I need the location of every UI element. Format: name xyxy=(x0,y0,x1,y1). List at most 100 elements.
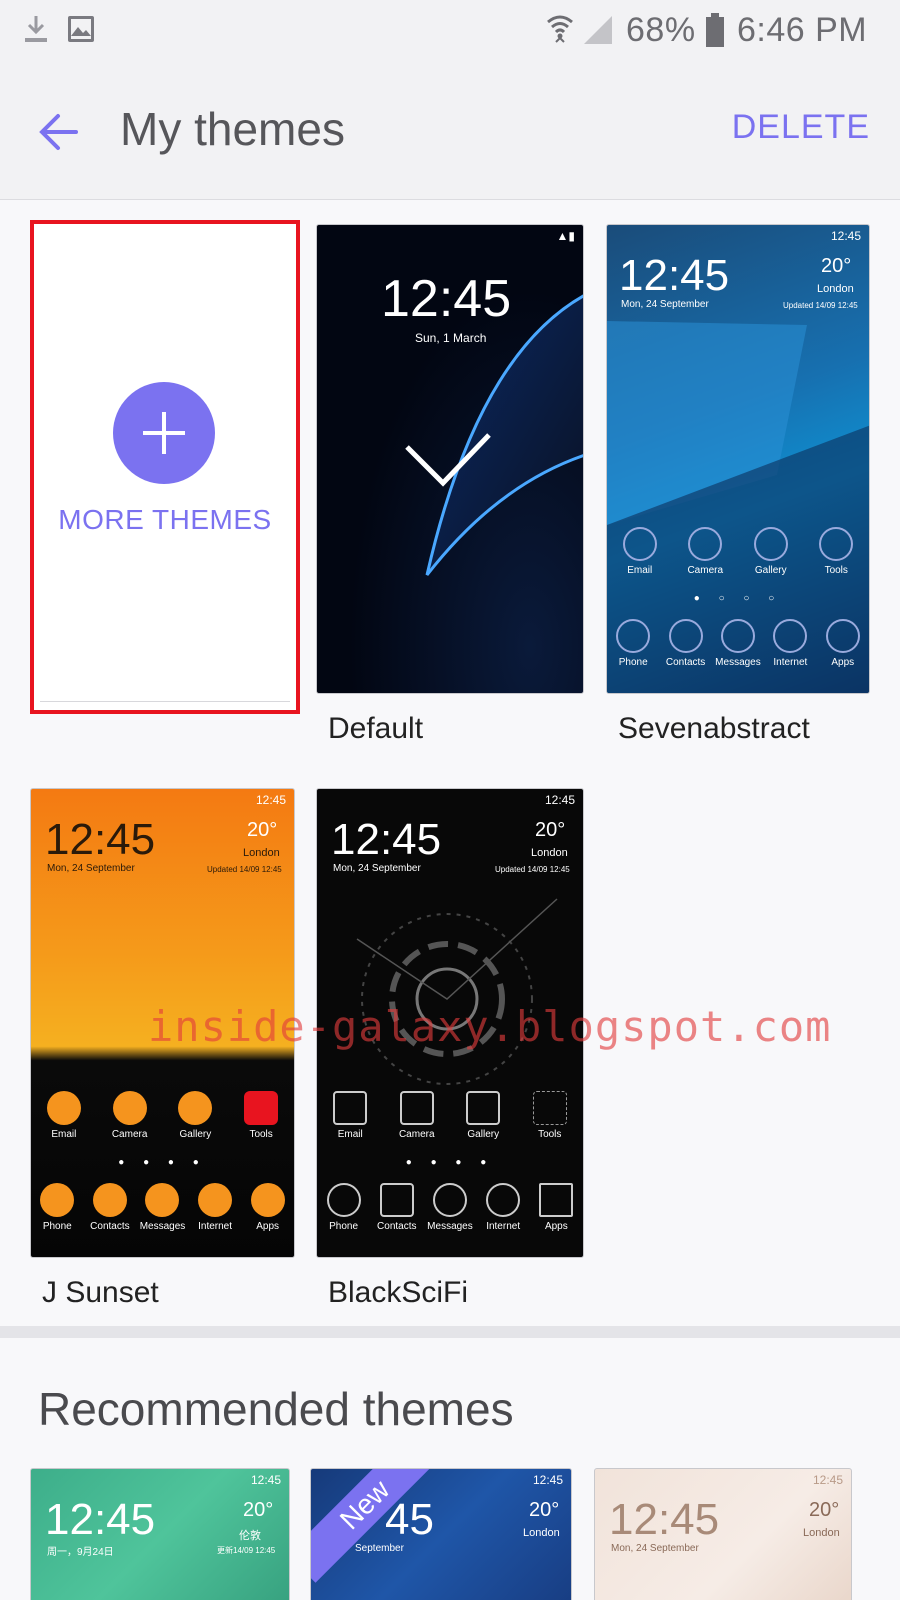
recommended-theme-card-2[interactable]: New 12:45 45 September 20° London xyxy=(310,1468,572,1600)
rec1-lock-date: 周一，9月24日 xyxy=(47,1547,114,1558)
rec3-status-time: 12:45 xyxy=(812,1473,843,1487)
app-contacts: Contacts xyxy=(372,1183,422,1232)
jsunset-city: London xyxy=(243,847,280,859)
scifi-app-row-1: Email Camera Gallery Tools xyxy=(317,1091,583,1140)
theme-name-j-sunset: J Sunset xyxy=(42,1276,159,1309)
seven-lock-date: Mon, 24 September xyxy=(621,299,709,310)
app-phone: Phone xyxy=(32,1183,82,1232)
theme-card-sevenabstract[interactable]: 12:45 12:45 Mon, 24 September 20° London… xyxy=(606,224,870,764)
app-bar: My themes DELETE xyxy=(0,62,900,200)
battery-icon xyxy=(706,13,724,47)
jsunset-status-time: 12:45 xyxy=(255,793,286,807)
theme-thumbnail-sevenabstract[interactable]: 12:45 12:45 Mon, 24 September 20° London… xyxy=(606,224,870,694)
app-email: Email xyxy=(325,1091,375,1140)
jsunset-updated: Updated 14/09 12:45 xyxy=(207,865,282,874)
scifi-temp: 20° xyxy=(535,819,566,841)
scifi-updated: Updated 14/09 12:45 xyxy=(495,865,570,874)
rec2-lock-date: September xyxy=(355,1543,404,1554)
seven-lock-time: 12:45 xyxy=(619,251,730,300)
rec3-lock-time: 12:45 xyxy=(609,1495,720,1544)
jsunset-app-row-2: Phone Contacts Messages Internet Apps xyxy=(31,1183,294,1232)
rec2-status-time: 12:45 xyxy=(532,1473,563,1487)
app-internet: Internet xyxy=(190,1183,240,1232)
rec2-lock-time: 45 xyxy=(385,1495,434,1544)
seven-page-dots: ● ○ ○ ○ xyxy=(693,593,783,604)
status-bar: 68% 6:46 PM xyxy=(0,0,900,62)
app-apps: Apps xyxy=(818,619,868,668)
recommended-theme-card-1[interactable]: 12:45 12:45 周一，9月24日 20° 伦敦 更新14/09 12:4… xyxy=(30,1468,290,1600)
theme-name-blackscifi: BlackSciFi xyxy=(328,1276,469,1309)
recommended-title: Recommended themes xyxy=(38,1383,514,1435)
app-apps: Apps xyxy=(531,1183,581,1232)
default-lock-date: Sun, 1 March xyxy=(415,331,487,345)
seven-updated: Updated 14/09 12:45 xyxy=(783,301,858,310)
scifi-lock-date: Mon, 24 September xyxy=(333,863,421,874)
back-arrow-icon[interactable] xyxy=(32,104,88,160)
app-contacts: Contacts xyxy=(85,1183,135,1232)
app-camera: Camera xyxy=(680,527,730,576)
rec3-lock-date: Mon, 24 September xyxy=(611,1543,699,1554)
scifi-city: London xyxy=(531,847,568,859)
themes-grid: MORE THEMES ▲▮ 12:45 Sun, 1 March Defaul… xyxy=(0,200,900,1352)
theme-thumbnail-default[interactable]: ▲▮ 12:45 Sun, 1 March xyxy=(316,224,584,694)
rec1-updated: 更新14/09 12:45 xyxy=(217,1546,276,1555)
rec1-temp: 20° xyxy=(243,1499,274,1521)
rec3-city: London xyxy=(803,1527,840,1539)
app-tools: Tools xyxy=(811,527,861,576)
app-gallery: Gallery xyxy=(458,1091,508,1140)
app-contacts: Contacts xyxy=(661,619,711,668)
jsunset-lock-time: 12:45 xyxy=(45,815,156,864)
rec1-city: 伦敦 xyxy=(239,1530,261,1542)
recommended-section: Recommended themes 12:45 12:45 周一，9月24日 … xyxy=(0,1338,900,1600)
scifi-status-time: 12:45 xyxy=(544,793,575,807)
rec1-status-time: 12:45 xyxy=(250,1473,281,1487)
download-icon xyxy=(25,16,47,42)
seven-app-row-1: Email Camera Gallery Tools xyxy=(607,527,869,576)
app-camera: Camera xyxy=(392,1091,442,1140)
rec2-city: London xyxy=(523,1527,560,1539)
app-apps: Apps xyxy=(243,1183,293,1232)
jsunset-app-row-1: Email Camera Gallery Tools xyxy=(31,1091,294,1140)
theme-card-blackscifi[interactable]: 12:45 12:45 Mon, 24 September 20° London… xyxy=(316,788,584,1328)
rec1-lock-time: 12:45 xyxy=(45,1495,156,1544)
rec3-temp: 20° xyxy=(809,1499,840,1521)
scifi-lock-time: 12:45 xyxy=(331,815,442,864)
app-gallery: Gallery xyxy=(170,1091,220,1140)
app-gallery: Gallery xyxy=(746,527,796,576)
scifi-page-dots: ● ● ● ● xyxy=(405,1157,495,1168)
seven-app-row-2: Phone Contacts Messages Internet Apps xyxy=(607,619,869,668)
page-title: My themes xyxy=(120,103,345,155)
theme-name-sevenabstract: Sevenabstract xyxy=(618,712,810,745)
app-internet: Internet xyxy=(765,619,815,668)
app-email: Email xyxy=(39,1091,89,1140)
more-themes-label[interactable]: MORE THEMES xyxy=(34,504,296,536)
status-clock: 6:46 PM xyxy=(737,11,868,49)
scifi-app-row-2: Phone Contacts Messages Internet Apps xyxy=(317,1183,583,1232)
battery-percentage: 68% xyxy=(626,11,696,49)
app-email: Email xyxy=(615,527,665,576)
plus-icon[interactable] xyxy=(113,382,215,484)
section-divider xyxy=(0,1326,900,1338)
jsunset-lock-date: Mon, 24 September xyxy=(47,863,135,874)
rec2-temp: 20° xyxy=(529,1499,560,1521)
seven-temp: 20° xyxy=(821,255,852,277)
wifi-icon xyxy=(547,15,573,43)
app-phone: Phone xyxy=(608,619,658,668)
signal-battery-icon: ▲▮ xyxy=(556,229,575,243)
app-internet: Internet xyxy=(478,1183,528,1232)
jsunset-temp: 20° xyxy=(247,819,278,841)
theme-name-default: Default xyxy=(328,712,424,745)
seven-status-time: 12:45 xyxy=(830,229,861,243)
app-tools: Tools xyxy=(236,1091,286,1140)
app-messages: Messages xyxy=(137,1183,187,1232)
more-themes-card[interactable]: MORE THEMES xyxy=(30,220,300,714)
app-tools: Tools xyxy=(525,1091,575,1140)
theme-card-default[interactable]: ▲▮ 12:45 Sun, 1 March Default xyxy=(316,224,584,764)
recommended-theme-card-3[interactable]: 12:45 12:45 Mon, 24 September 20° London xyxy=(594,1468,852,1600)
default-lock-time: 12:45 xyxy=(381,270,512,328)
seven-city: London xyxy=(817,283,854,295)
theme-card-j-sunset[interactable]: 12:45 12:45 Mon, 24 September 20° London… xyxy=(30,788,295,1328)
delete-button[interactable]: DELETE xyxy=(732,108,870,147)
app-phone: Phone xyxy=(319,1183,369,1232)
image-icon xyxy=(68,16,94,42)
